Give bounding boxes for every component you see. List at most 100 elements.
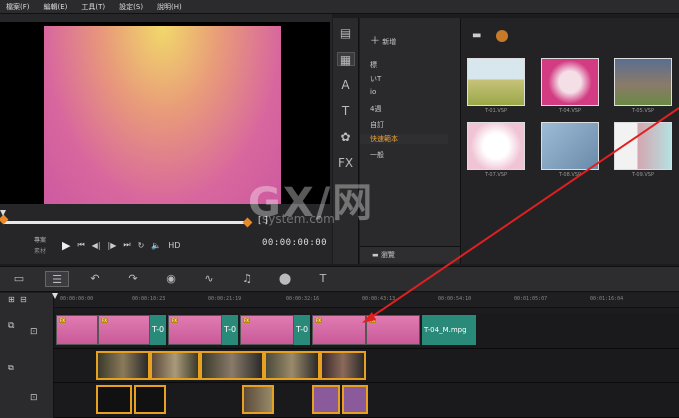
prev-frame-icon[interactable]: ◀| <box>92 241 101 250</box>
thumbnail-t09[interactable] <box>614 122 672 170</box>
video-clip[interactable]: FX <box>312 315 366 345</box>
category-item[interactable]: 4週 <box>370 104 381 114</box>
video-track-icon[interactable]: ⧉ <box>8 321 14 331</box>
folder-icon[interactable]: ▬ <box>472 30 481 41</box>
timeline-view-icon[interactable]: ☰ <box>45 271 69 287</box>
record-capture-icon[interactable]: ◉ <box>159 271 183 287</box>
fx-icon: FX <box>59 318 67 323</box>
overlay-track-toggle-icon[interactable]: ⊡ <box>30 393 38 403</box>
menu-file[interactable]: 檔案(F) <box>6 2 30 12</box>
overlay-clip[interactable] <box>134 385 166 414</box>
title-icon[interactable]: T <box>337 104 355 118</box>
plus-icon: ＋ <box>370 36 380 47</box>
overlay-clip[interactable] <box>96 385 132 414</box>
options-icon[interactable] <box>496 30 508 42</box>
browse-button[interactable]: ▬ 瀏覽 <box>372 250 395 260</box>
auto-music-icon[interactable]: ♫ <box>235 271 259 287</box>
overlay-track-icon[interactable]: ⧉ <box>8 363 14 373</box>
video-clip[interactable]: FX <box>98 315 150 345</box>
add-button-label: 新增 <box>382 38 397 46</box>
menu-settings[interactable]: 設定(S) <box>119 2 143 12</box>
ruler-tick: 00:01:16:04 <box>590 296 624 302</box>
video-clip[interactable]: FX <box>366 315 420 345</box>
subtitle-icon[interactable]: T <box>311 271 335 287</box>
video-clip[interactable]: FX <box>168 315 222 345</box>
menu-help[interactable]: 說明(H) <box>157 2 182 12</box>
preview-image <box>44 26 281 204</box>
chapter-icon[interactable]: ⊟ <box>20 295 27 304</box>
thumbnail-t07[interactable] <box>467 122 525 170</box>
video-clip-named[interactable]: T-04_M.mpg <box>422 315 476 345</box>
storyboard-view-icon[interactable]: ▭ <box>7 271 31 287</box>
overlay-clip[interactable] <box>96 351 150 380</box>
undo-icon[interactable]: ↶ <box>83 271 107 287</box>
fx-icon: FX <box>101 318 109 323</box>
mode-clip[interactable]: 素材 <box>34 246 46 255</box>
redo-icon[interactable]: ↷ <box>121 271 145 287</box>
scrub-bar[interactable] <box>4 221 248 224</box>
library-category-list: 標 いT io 4週 自訂 快速範本 一般 <box>360 18 460 264</box>
timecode-display[interactable]: 00:00:00:00 <box>262 238 327 248</box>
menu-tools[interactable]: 工具(T) <box>81 2 105 12</box>
go-start-icon[interactable]: ⏮ <box>77 240 84 250</box>
hd-toggle[interactable]: HD <box>168 241 180 250</box>
thumbnail-t05[interactable] <box>614 58 672 106</box>
video-clip[interactable]: FX <box>56 315 98 345</box>
play-icon[interactable]: ▶ <box>62 239 70 252</box>
instant-project-icon[interactable]: ▦ <box>336 52 355 67</box>
browse-icon: ▬ <box>372 251 379 259</box>
thumbnail-label: T-07.VSP <box>485 172 507 178</box>
go-end-icon[interactable]: ⏭ <box>123 240 130 250</box>
browse-label: 瀏覽 <box>380 251 395 259</box>
category-item[interactable]: io <box>370 88 376 96</box>
browse-bar: ▬ 瀏覽 <box>360 246 460 262</box>
category-item[interactable]: いT <box>370 74 381 84</box>
track-manager-icon[interactable]: ⊞ <box>8 295 15 304</box>
overlay-clip[interactable] <box>312 385 340 414</box>
transition-clip[interactable]: T-0 <box>150 315 166 345</box>
category-item[interactable]: 標 <box>370 60 377 70</box>
sound-mixer-icon[interactable]: ∿ <box>197 271 221 287</box>
thumbnail-label: T-09.VSP <box>632 172 654 178</box>
next-frame-icon[interactable]: |▶ <box>108 241 117 250</box>
overlay-clip[interactable] <box>242 385 274 414</box>
fx-icon: FX <box>243 318 251 323</box>
graphic-icon[interactable]: ✿ <box>337 130 355 144</box>
thumbnail-t01[interactable] <box>467 58 525 106</box>
overlay-clip[interactable] <box>264 351 320 380</box>
menu-edit[interactable]: 編輯(E) <box>44 2 68 12</box>
thumbnail-t04[interactable] <box>541 58 599 106</box>
thumbnail-label: T-05.VSP <box>632 108 654 114</box>
timeline-ruler[interactable]: 00:00:00:00 00:00:10:23 00:00:21:19 00:0… <box>54 293 679 308</box>
category-item-selected[interactable]: 快速範本 <box>360 134 448 144</box>
fx-icon: FX <box>171 318 179 323</box>
playback-controls: ▶ ⏮ ◀| |▶ ⏭ ↻ 🔈 HD <box>62 238 180 252</box>
menu-bar: 檔案(F) 編輯(E) 工具(T) 設定(S) 說明(H) <box>0 0 679 14</box>
overlay-clip[interactable] <box>320 351 366 380</box>
thumbnail-t08[interactable] <box>541 122 599 170</box>
ruler-tick: 00:00:10:23 <box>132 296 166 302</box>
transition-clip[interactable]: T-0 <box>222 315 238 345</box>
thumbnail-label: T-01.VSP <box>485 108 507 114</box>
filter-icon[interactable]: FX <box>337 156 355 170</box>
overlay-clip[interactable] <box>150 351 200 380</box>
category-item[interactable]: 一般 <box>370 150 384 160</box>
ruler-tick: 00:00:32:16 <box>286 296 320 302</box>
category-item[interactable]: 自訂 <box>370 120 384 130</box>
motion-track-icon[interactable]: ⬤ <box>273 271 297 287</box>
overlay-track-2 <box>54 383 679 418</box>
ruler-tick: 00:00:21:19 <box>208 296 242 302</box>
overlay-clip[interactable] <box>342 385 368 414</box>
ruler-tick: 00:00:54:10 <box>438 296 472 302</box>
repeat-icon[interactable]: ↻ <box>138 241 145 250</box>
transition-clip[interactable]: T-0 <box>294 315 310 345</box>
add-button[interactable]: ＋ 新增 <box>370 32 396 47</box>
overlay-track-1 <box>54 349 679 383</box>
transition-icon[interactable]: A <box>337 78 355 92</box>
video-clip[interactable]: FX <box>240 315 294 345</box>
overlay-clip[interactable] <box>200 351 264 380</box>
media-icon[interactable]: ▤ <box>337 26 355 40</box>
volume-icon[interactable]: 🔈 <box>151 241 161 250</box>
mode-project[interactable]: 專案 <box>34 235 46 244</box>
video-track-toggle-icon[interactable]: ⊡ <box>30 327 38 337</box>
